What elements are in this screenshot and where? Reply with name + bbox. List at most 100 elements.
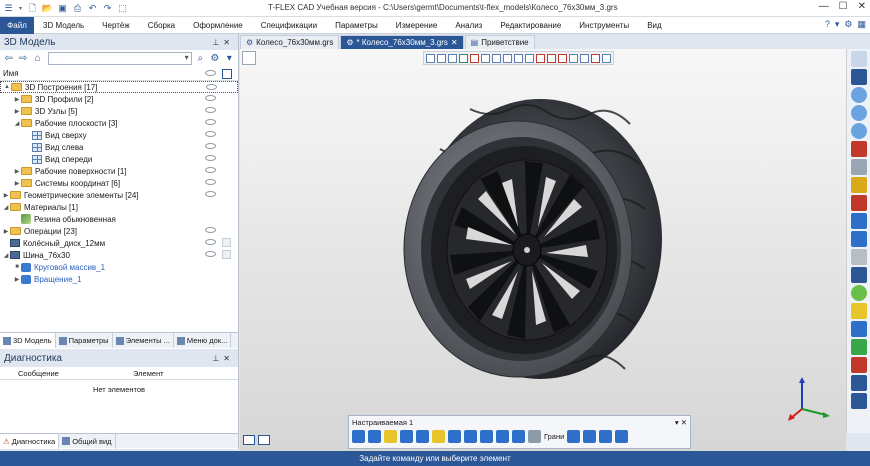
sweep-icon[interactable] xyxy=(400,430,413,443)
menu-icon[interactable]: ☰ xyxy=(2,2,15,15)
render-icon[interactable] xyxy=(850,375,867,391)
visibility-icon[interactable] xyxy=(206,84,217,90)
tab-3d-model[interactable]: 3D Модель xyxy=(0,333,56,348)
copy-icon[interactable] xyxy=(222,250,231,259)
redo-icon[interactable]: ↷ xyxy=(101,2,114,15)
single-view-icon[interactable] xyxy=(258,435,270,445)
copy-icon[interactable] xyxy=(222,238,231,247)
menu-specifications[interactable]: Спецификации xyxy=(252,21,326,30)
visibility-icon[interactable] xyxy=(205,155,216,161)
close-button[interactable]: ✕ xyxy=(858,1,866,12)
save-icon[interactable]: ▣ xyxy=(56,2,69,15)
menu-design[interactable]: Оформление xyxy=(184,21,252,30)
menu-edit[interactable]: Редактирование xyxy=(491,21,570,30)
open-icon[interactable]: 📂 xyxy=(41,2,54,15)
expand-icon[interactable]: ◢ xyxy=(13,120,21,127)
filter-combo[interactable] xyxy=(48,52,192,65)
panel-pin-icon[interactable]: ⊥✕ xyxy=(212,38,234,47)
split-view-icon[interactable] xyxy=(243,435,255,445)
expand-icon[interactable]: ◢ xyxy=(2,204,10,211)
measure-icon[interactable] xyxy=(850,141,867,157)
tab-doc-menu[interactable]: Меню док... xyxy=(174,333,232,348)
expand-icon[interactable]: ▶ xyxy=(13,180,21,187)
frame-icon[interactable] xyxy=(850,267,867,283)
visibility-icon[interactable] xyxy=(205,167,216,173)
layout-icon[interactable]: ▦ xyxy=(857,19,866,30)
tree-item[interactable]: ▶ 3D Узлы [5] xyxy=(0,105,238,117)
expand-icon[interactable]: ▶ xyxy=(13,168,21,175)
settings-icon[interactable]: ⚙ xyxy=(209,53,220,65)
tree-item[interactable]: ▶ Рабочие поверхности [1] xyxy=(0,165,238,177)
settings-icon[interactable]: ⚙ xyxy=(844,19,852,30)
tree-item[interactable]: ◢ Шина_76x30 xyxy=(0,249,238,261)
expand-icon[interactable]: ■ xyxy=(13,264,21,270)
spiral-icon[interactable] xyxy=(480,430,493,443)
array-icon[interactable] xyxy=(464,430,477,443)
copy-icon[interactable] xyxy=(512,430,525,443)
tree-item[interactable]: Вид сверху xyxy=(0,129,238,141)
expand-icon[interactable]: ▶ xyxy=(2,228,10,235)
visibility-icon[interactable] xyxy=(205,179,216,185)
body-icon[interactable] xyxy=(567,430,581,443)
tab-diagnostics[interactable]: ⚠ Диагностика xyxy=(0,433,60,449)
visibility-icon[interactable] xyxy=(205,143,216,149)
doc-tab-1[interactable]: ⚙ Колесо_76x30мм.grs xyxy=(240,35,340,49)
toolbar-controls-icon[interactable]: ▾ ✕ xyxy=(675,418,687,427)
expand-icon[interactable]: ▶ xyxy=(13,96,21,103)
home-icon[interactable]: ⌂ xyxy=(32,53,43,65)
faces-dropdown[interactable]: Грани xyxy=(544,432,564,441)
color-icon[interactable] xyxy=(850,303,867,319)
tree-item[interactable]: ▶ Операции [23] xyxy=(0,225,238,237)
tree-item[interactable]: ▲ 3D Построения [17] xyxy=(0,81,238,93)
forward-icon[interactable]: ⇨ xyxy=(17,53,28,65)
expand-icon[interactable]: ▲ xyxy=(3,84,11,90)
visibility-icon[interactable] xyxy=(205,95,216,101)
material-icon[interactable] xyxy=(850,339,867,355)
search-icon[interactable]: ⌕ xyxy=(195,53,206,65)
tree-item[interactable]: ◢ Рабочие плоскости [3] xyxy=(0,117,238,129)
tree-item[interactable]: ▶ Вращение_1 xyxy=(0,273,238,285)
rotate-icon[interactable] xyxy=(368,430,381,443)
menu-analysis[interactable]: Анализ xyxy=(446,21,491,30)
more-icon[interactable]: ▾ xyxy=(224,53,235,65)
tab-elements[interactable]: Элементы ... xyxy=(113,333,174,348)
extrude-icon[interactable] xyxy=(352,430,365,443)
tab-parameters[interactable]: Параметры xyxy=(56,333,113,348)
pencil-icon[interactable] xyxy=(850,177,867,193)
menu-drawing[interactable]: Чертёж xyxy=(93,21,139,30)
back-icon[interactable]: ⇦ xyxy=(3,53,14,65)
visibility-icon[interactable] xyxy=(205,227,216,233)
magnet-icon[interactable] xyxy=(850,69,867,85)
check-body-icon[interactable] xyxy=(850,213,867,229)
boolean-icon[interactable] xyxy=(432,430,445,443)
drop-icon[interactable] xyxy=(599,430,613,443)
zoom-icon[interactable] xyxy=(850,87,867,103)
pipe-icon[interactable] xyxy=(416,430,429,443)
visibility-icon[interactable] xyxy=(205,131,216,137)
print-preview-icon[interactable] xyxy=(850,393,867,409)
tree-item[interactable]: ▶ Геометрические элементы [24] xyxy=(0,189,238,201)
zoom-out-icon[interactable] xyxy=(850,123,867,139)
sphere-icon[interactable] xyxy=(850,285,867,301)
screen-icon[interactable] xyxy=(850,357,867,373)
maximize-button[interactable]: ☐ xyxy=(839,1,848,12)
tree-item[interactable]: ▶ Системы координат [6] xyxy=(0,177,238,189)
doc-tab-2[interactable]: ⚙ * Колесо_76x30мм_3.grs ✕ xyxy=(340,35,464,49)
cylinder-icon[interactable] xyxy=(583,430,597,443)
tree-item[interactable]: Резина обыкновенная xyxy=(0,213,238,225)
selector-icon[interactable] xyxy=(850,51,867,67)
tree-item[interactable]: ▶ 3D Профили [2] xyxy=(0,93,238,105)
menu-tools[interactable]: Инструменты xyxy=(570,21,638,30)
wheel-model[interactable] xyxy=(240,49,846,451)
menu-assembly[interactable]: Сборка xyxy=(139,21,184,30)
select-icon[interactable]: ⬚ xyxy=(116,2,129,15)
visibility-icon[interactable] xyxy=(205,107,216,113)
dropdown-icon[interactable]: ▾ xyxy=(835,19,840,30)
menu-view[interactable]: Вид xyxy=(638,21,670,30)
expand-icon[interactable]: ▶ xyxy=(13,276,21,283)
tree-item[interactable]: Вид слева xyxy=(0,141,238,153)
undo-icon[interactable]: ↶ xyxy=(86,2,99,15)
help-icon[interactable]: ? xyxy=(825,19,830,30)
visibility-icon[interactable] xyxy=(205,239,216,245)
dropdown-icon[interactable]: ▾ xyxy=(17,2,24,15)
